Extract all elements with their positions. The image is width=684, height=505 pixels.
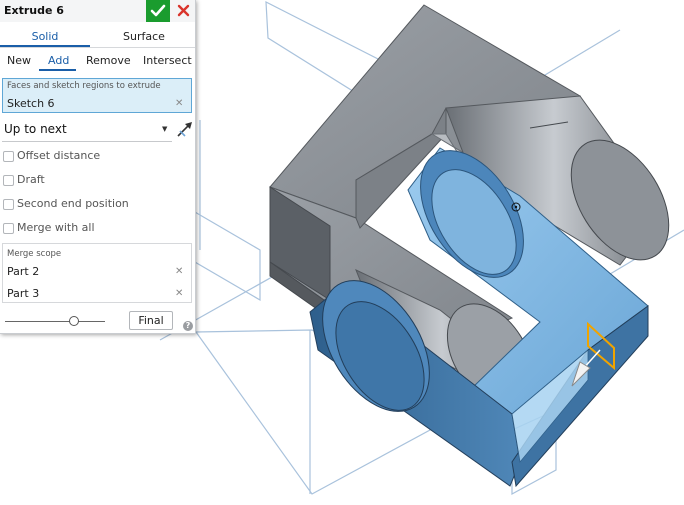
end-type-value: Up to next <box>4 122 67 136</box>
remove-part-icon[interactable]: ✕ <box>175 266 183 277</box>
merge-scope-label: Merge scope <box>7 249 62 259</box>
tab-solid[interactable]: Solid <box>0 30 90 43</box>
second-end-position-checkbox[interactable] <box>3 199 14 210</box>
op-add[interactable]: Add <box>48 54 69 67</box>
chevron-down-icon: ▼ <box>162 125 168 133</box>
active-operation-indicator <box>39 69 76 71</box>
remove-part-icon[interactable]: ✕ <box>175 288 183 299</box>
faces-selection-field[interactable]: Faces and sketch regions to extrude Sket… <box>2 78 192 113</box>
flip-direction-icon[interactable] <box>176 120 194 138</box>
close-icon <box>177 4 190 17</box>
help-icon[interactable]: ? <box>183 321 193 331</box>
end-type-dropdown[interactable]: Up to next ▼ <box>2 119 172 142</box>
operation-tabs: New Add Remove Intersect <box>0 51 195 71</box>
extrude-dialog: Extrude 6 Solid Surface New Add Remove I… <box>0 0 196 334</box>
checkmark-icon <box>150 4 166 17</box>
dialog-title: Extrude 6 <box>4 4 64 17</box>
merge-with-all-checkbox[interactable] <box>3 223 14 234</box>
merge-scope-field[interactable]: Merge scope Part 2 ✕ Part 3 ✕ <box>2 243 192 303</box>
rollback-slider-track[interactable] <box>5 321 105 322</box>
offset-distance-label: Offset distance <box>17 149 101 162</box>
draft-label: Draft <box>17 173 45 186</box>
selection-item: Sketch 6 <box>7 97 55 110</box>
tab-surface[interactable]: Surface <box>96 30 192 43</box>
final-button[interactable]: Final <box>129 311 173 330</box>
cancel-button[interactable] <box>172 0 195 22</box>
merge-scope-item: Part 3 <box>7 287 40 300</box>
merge-scope-item: Part 2 <box>7 265 40 278</box>
op-new[interactable]: New <box>7 54 31 67</box>
selection-label: Faces and sketch regions to extrude <box>7 81 161 91</box>
merge-with-all-label: Merge with all <box>17 221 95 234</box>
active-tab-indicator <box>0 45 90 47</box>
second-end-position-label: Second end position <box>17 197 129 210</box>
op-remove[interactable]: Remove <box>86 54 131 67</box>
accept-button[interactable] <box>146 0 170 22</box>
offset-distance-checkbox[interactable] <box>3 151 14 162</box>
remove-selection-icon[interactable]: ✕ <box>175 98 183 109</box>
rollback-slider-handle[interactable] <box>69 316 79 326</box>
dialog-titlebar: Extrude 6 <box>0 0 195 22</box>
op-intersect[interactable]: Intersect <box>143 54 192 67</box>
draft-checkbox[interactable] <box>3 175 14 186</box>
body-type-tabs: Solid Surface <box>0 26 195 48</box>
